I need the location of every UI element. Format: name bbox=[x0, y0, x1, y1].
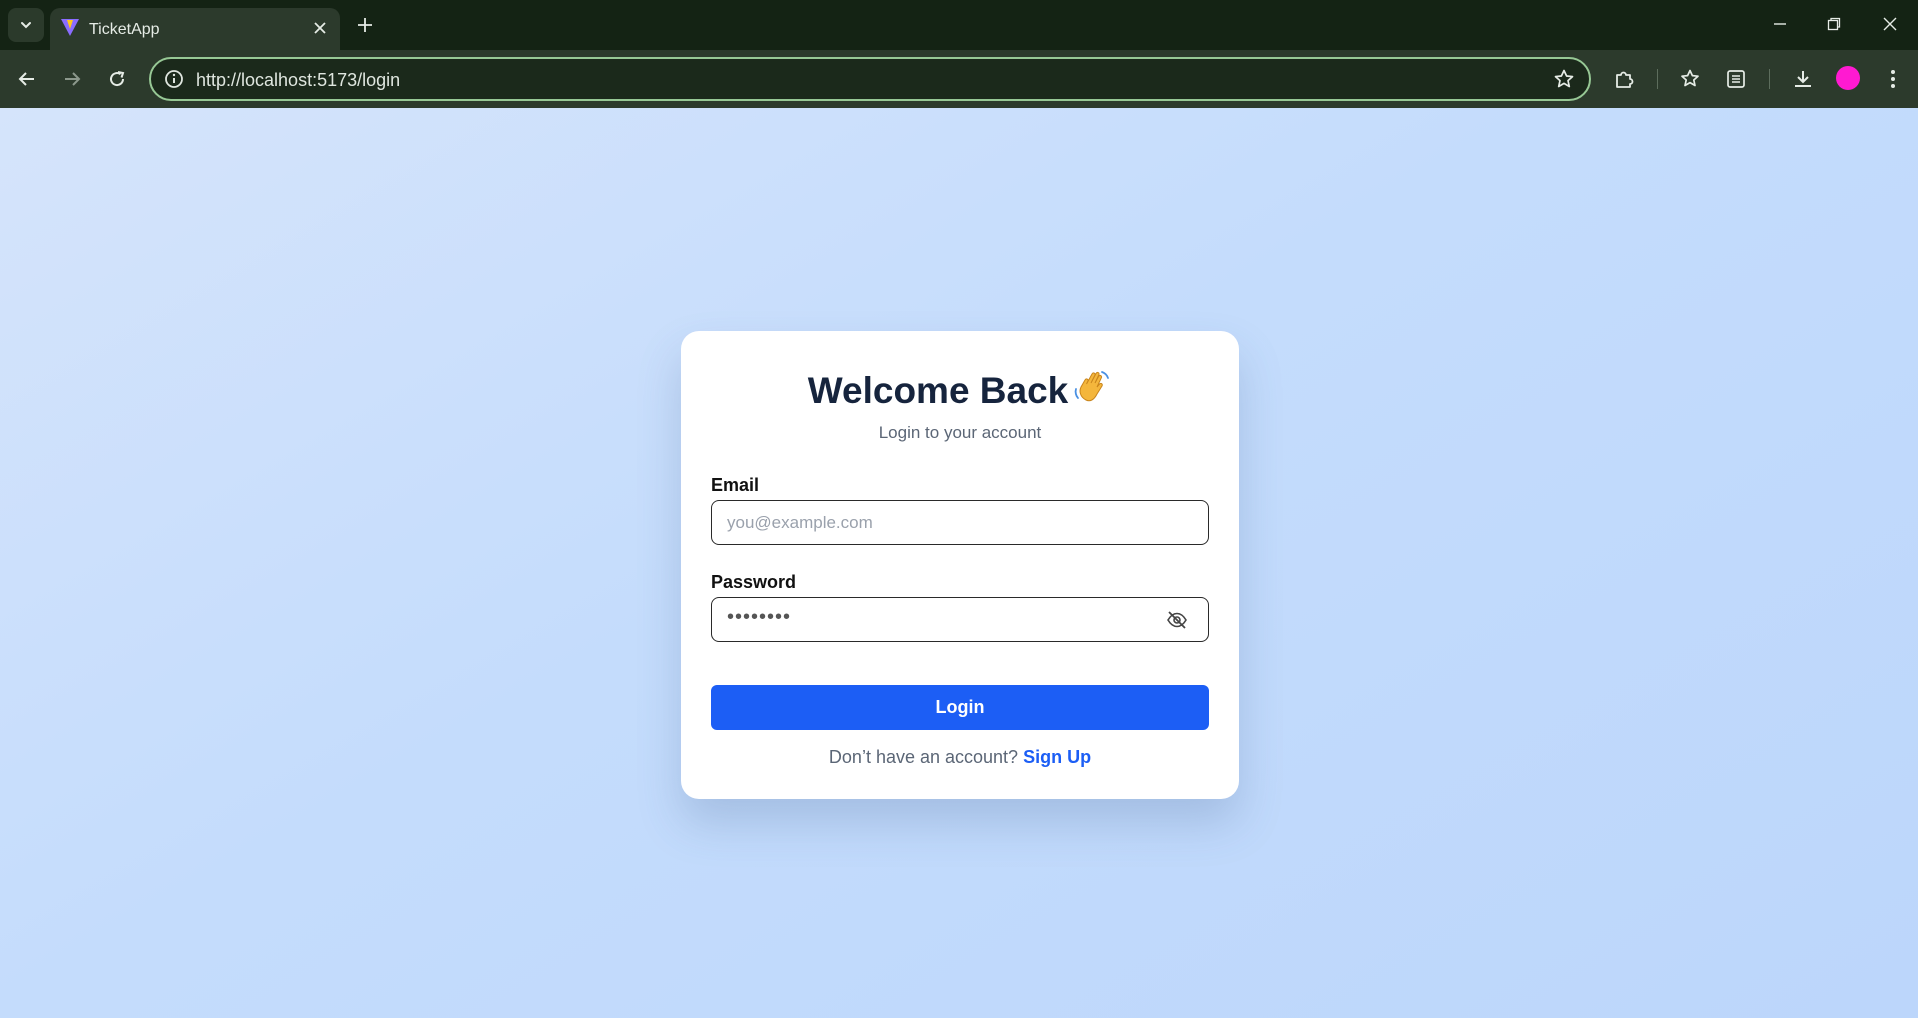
page-background: Welcome Back Login to your account Email… bbox=[0, 108, 1918, 1018]
extensions-button[interactable] bbox=[1607, 62, 1641, 96]
toolbar-divider bbox=[1657, 69, 1658, 89]
address-bar[interactable]: http://localhost:5173/login bbox=[149, 57, 1591, 101]
reload-button[interactable] bbox=[100, 62, 134, 96]
vite-logo-icon bbox=[61, 19, 79, 36]
chevron-down-icon bbox=[21, 22, 31, 29]
page-title: Welcome Back bbox=[681, 367, 1239, 416]
close-icon bbox=[314, 22, 326, 34]
downloads-button[interactable] bbox=[1786, 62, 1820, 96]
waving-hand-icon bbox=[1072, 367, 1112, 416]
email-placeholder: you@example.com bbox=[727, 513, 873, 532]
close-icon bbox=[1883, 17, 1897, 31]
email-label: Email bbox=[711, 475, 760, 495]
password-label: Password bbox=[711, 572, 797, 592]
signup-prompt: Don’t have an account? Sign Up bbox=[681, 747, 1239, 768]
url-text[interactable]: http://localhost:5173/login bbox=[196, 70, 400, 91]
side-panel-icon bbox=[1727, 70, 1745, 88]
close-window-button[interactable] bbox=[1862, 0, 1918, 48]
eye-off-icon[interactable] bbox=[1166, 609, 1188, 631]
password-field[interactable]: •••••••• bbox=[711, 597, 1209, 642]
bookmark-star-icon[interactable] bbox=[1553, 68, 1575, 90]
tab-title: TicketApp bbox=[89, 21, 160, 38]
reading-list-button[interactable] bbox=[1719, 62, 1753, 96]
site-info-icon[interactable] bbox=[163, 68, 185, 90]
tab-close-button[interactable] bbox=[306, 14, 334, 42]
puzzle-icon bbox=[1616, 71, 1634, 88]
signup-prompt-text: Don’t have an account? bbox=[828, 747, 1019, 767]
browser-toolbar: http://localhost:5173/login bbox=[0, 50, 1918, 108]
login-button[interactable]: Login bbox=[711, 685, 1209, 730]
more-vertical-icon bbox=[1891, 70, 1895, 88]
browser-tab[interactable]: TicketApp bbox=[50, 8, 340, 50]
arrow-right-icon bbox=[65, 72, 81, 86]
email-field[interactable]: you@example.com bbox=[711, 500, 1209, 545]
new-tab-button[interactable] bbox=[350, 8, 380, 42]
forward-button[interactable] bbox=[55, 62, 89, 96]
password-value: •••••••• bbox=[727, 606, 792, 628]
favorites-button[interactable] bbox=[1674, 62, 1708, 96]
page-title-text: Welcome Back bbox=[807, 370, 1069, 411]
browser-menu-button[interactable] bbox=[1876, 62, 1910, 96]
download-icon bbox=[1795, 71, 1811, 87]
browser-tab-bar: TicketApp bbox=[0, 0, 1918, 50]
plus-icon bbox=[358, 18, 372, 32]
tab-search-button[interactable] bbox=[8, 8, 44, 42]
toolbar-divider bbox=[1769, 69, 1770, 89]
minimize-button[interactable] bbox=[1752, 0, 1808, 48]
arrow-left-icon bbox=[18, 72, 34, 86]
back-button[interactable] bbox=[10, 62, 44, 96]
star-list-icon bbox=[1681, 69, 1699, 87]
minimize-icon bbox=[1774, 23, 1786, 25]
login-card: Welcome Back Login to your account Email… bbox=[681, 331, 1239, 799]
profile-avatar[interactable] bbox=[1836, 66, 1860, 90]
page-subtitle: Login to your account bbox=[878, 423, 1042, 442]
reload-icon bbox=[110, 71, 125, 87]
signup-link[interactable]: Sign Up bbox=[1023, 747, 1091, 767]
restore-icon bbox=[1827, 17, 1841, 31]
restore-button[interactable] bbox=[1806, 0, 1862, 48]
